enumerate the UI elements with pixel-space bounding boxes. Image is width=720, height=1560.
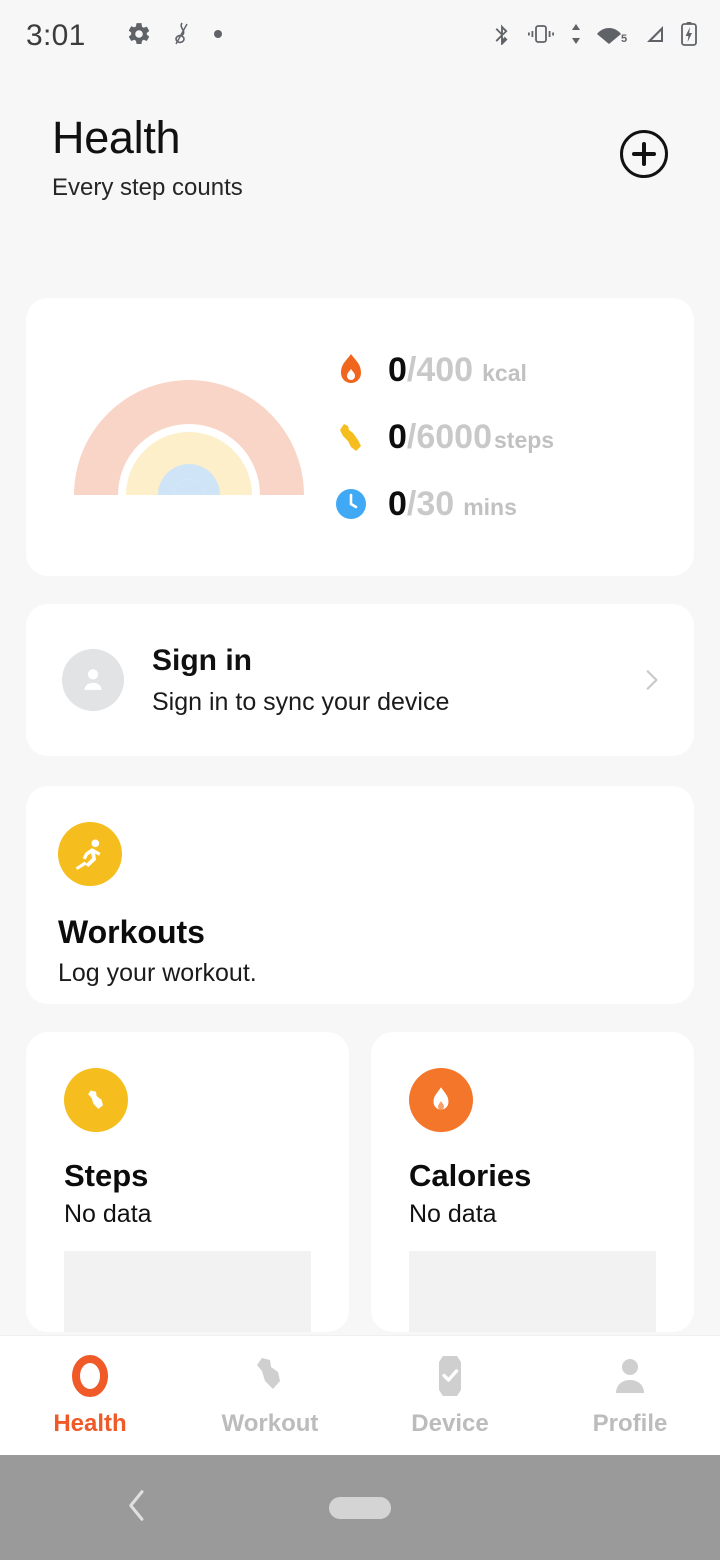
stat-current-minutes: 0 — [388, 484, 407, 523]
sign-in-title: Sign in — [152, 643, 252, 677]
stat-unit-minutes: mins — [463, 493, 517, 520]
chart-placeholder-steps — [64, 1251, 311, 1333]
page-subtitle: Every step counts — [52, 174, 243, 202]
metric-card-steps[interactable]: Steps No data — [26, 1032, 349, 1333]
bluetooth-icon — [491, 21, 513, 52]
metric-title-steps: Steps — [64, 1158, 149, 1194]
nav-item-device[interactable]: Device — [360, 1353, 540, 1438]
stat-row-steps: 0 /6000 steps — [334, 418, 684, 457]
metric-value-steps: No data — [64, 1200, 152, 1229]
nav-item-health[interactable]: Health — [0, 1353, 180, 1438]
battery-charging-icon — [680, 21, 698, 52]
watch-check-icon — [430, 1353, 470, 1399]
sign-in-texts: Sign in Sign in to sync your device — [152, 644, 638, 717]
stat-text-steps: 0 /6000 steps — [388, 418, 554, 457]
nav-label-profile: Profile — [592, 1410, 668, 1437]
workouts-subtitle: Log your workout. — [58, 959, 257, 988]
plus-glyph — [632, 142, 656, 166]
person-icon — [608, 1353, 652, 1399]
music-note-icon — [170, 21, 194, 52]
bottom-navigation: Health Workout Device Profile — [0, 1335, 720, 1455]
nav-label-device: Device — [411, 1410, 489, 1437]
sign-in-subtitle: Sign in to sync your device — [152, 687, 450, 716]
cellular-signal-icon — [643, 21, 667, 52]
stat-current-steps: 0 — [388, 417, 407, 456]
stat-text-calories: 0 /400 kcal — [388, 351, 527, 390]
stat-goal-minutes: /30 — [406, 484, 455, 523]
status-bar: 3:01 5 — [0, 0, 720, 72]
daily-summary-card[interactable]: 0 /400 kcal 0 /6000 steps 0 /30 mins — [26, 298, 694, 577]
stat-current-calories: 0 — [388, 350, 407, 389]
stat-row-minutes: 0 /30 mins — [334, 485, 684, 524]
metric-value-calories: No data — [409, 1200, 497, 1229]
rainbow-illustration — [26, 377, 326, 497]
metric-card-row: Steps No data Calories No data — [26, 1032, 694, 1333]
stat-unit-steps: steps — [494, 426, 555, 453]
stat-text-minutes: 0 /30 mins — [388, 485, 517, 524]
chevron-right-icon[interactable] — [638, 667, 664, 693]
nav-item-profile[interactable]: Profile — [540, 1353, 720, 1438]
gear-icon — [126, 21, 152, 52]
metric-card-calories[interactable]: Calories No data — [371, 1032, 694, 1333]
status-bar-right: 5 — [491, 21, 698, 52]
android-navigation-bar — [0, 1455, 720, 1560]
flame-icon — [409, 1068, 473, 1133]
header-titles: Health Every step counts — [52, 114, 243, 202]
clock-icon — [334, 487, 368, 521]
daily-stats-list: 0 /400 kcal 0 /6000 steps 0 /30 mins — [326, 351, 684, 524]
shoe-icon — [248, 1353, 292, 1399]
status-bar-left: 3:01 — [26, 19, 491, 53]
vibrate-icon — [526, 21, 556, 52]
wifi-icon: 5 — [596, 21, 630, 52]
nav-label-health: Health — [53, 1410, 127, 1437]
back-chevron-icon[interactable] — [122, 1486, 152, 1529]
nav-label-workout: Workout — [221, 1410, 319, 1437]
svg-text:5: 5 — [621, 33, 627, 45]
home-pill-indicator[interactable] — [329, 1496, 391, 1519]
status-bar-clock: 3:01 — [26, 19, 86, 52]
shoe-icon — [64, 1068, 128, 1133]
workouts-card[interactable]: Workouts Log your workout. — [26, 786, 694, 1005]
ring-icon — [68, 1353, 112, 1399]
person-avatar-icon — [62, 649, 124, 712]
workouts-title: Workouts — [58, 914, 205, 951]
metric-title-calories: Calories — [409, 1158, 532, 1194]
stat-row-calories: 0 /400 kcal — [334, 351, 684, 390]
nav-item-workout[interactable]: Workout — [180, 1353, 360, 1438]
page-header: Health Every step counts — [0, 72, 720, 202]
flame-icon — [334, 353, 368, 387]
page-title: Health — [52, 112, 181, 163]
stat-goal-steps: /6000 — [406, 417, 493, 456]
data-transfer-icon — [569, 21, 583, 52]
stat-goal-calories: /400 — [406, 350, 474, 389]
running-person-icon — [58, 822, 122, 887]
stat-unit-calories: kcal — [482, 359, 527, 386]
shoe-icon — [334, 420, 368, 454]
dot-icon — [212, 27, 224, 45]
chart-placeholder-calories — [409, 1251, 656, 1333]
add-circle-icon[interactable] — [620, 130, 668, 178]
sign-in-card[interactable]: Sign in Sign in to sync your device — [26, 604, 694, 757]
